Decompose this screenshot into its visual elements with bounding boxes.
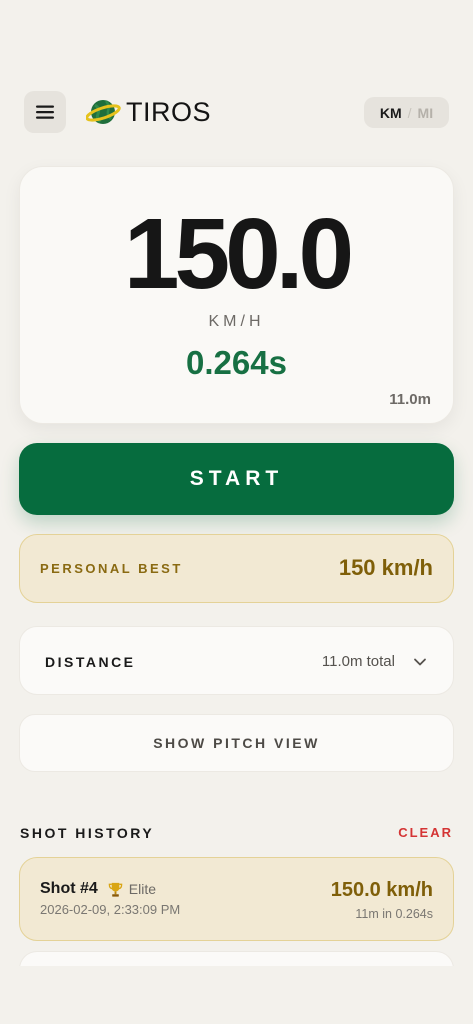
hamburger-icon (36, 105, 54, 119)
app-screen: TIROS KM / MI 150.0 KM/H 0.264s 11.0m ST… (0, 0, 473, 1024)
shot-date: 2026-02-09, 2:33:09 PM (40, 902, 181, 917)
show-pitch-view-button[interactable]: SHOW PITCH VIEW (19, 714, 454, 772)
brand-logo: TIROS (86, 96, 211, 128)
personal-best-label: PERSONAL BEST (40, 561, 183, 576)
unit-separator: / (407, 104, 412, 121)
shot-detail: 11m in 0.264s (355, 907, 433, 921)
unit-km-option[interactable]: KM (380, 105, 402, 121)
unit-mi-option[interactable]: MI (418, 105, 434, 121)
shot-history-item[interactable]: Shot #4 Elite 2026-02-09, 2:33:09 PM 150… (19, 857, 454, 941)
speed-unit: KM/H (208, 313, 265, 330)
planet-ball-icon (86, 100, 121, 124)
distance-label: DISTANCE (45, 654, 136, 670)
time-value: 0.264s (186, 344, 287, 381)
personal-best-value: 150 km/h (338, 555, 433, 580)
shot-tier: Elite (128, 881, 157, 897)
brand-name: TIROS (126, 96, 212, 127)
bottom-fade (0, 966, 473, 1024)
distance-total: 11.0m total (321, 653, 395, 670)
chevron-down-icon (414, 658, 426, 666)
shot-number: Shot #4 (40, 880, 98, 897)
shot-title: Shot #4 Elite (40, 880, 156, 898)
speed-card: 150.0 KM/H 0.264s 11.0m (19, 166, 454, 424)
distance-value: 11.0m (389, 391, 431, 408)
unit-toggle[interactable]: KM / MI (364, 97, 449, 128)
shot-history-title: SHOT HISTORY (20, 825, 155, 841)
start-button[interactable]: START (19, 443, 454, 515)
distance-dropdown[interactable]: DISTANCE 11.0m total (19, 626, 454, 695)
clear-history-button[interactable]: CLEAR (398, 825, 453, 840)
trophy-icon (108, 882, 123, 897)
shot-speed: 150.0 km/h (330, 879, 433, 901)
menu-button[interactable] (24, 91, 66, 133)
personal-best-card: PERSONAL BEST 150 km/h (19, 534, 454, 603)
speed-value: 150.0 (123, 198, 354, 310)
